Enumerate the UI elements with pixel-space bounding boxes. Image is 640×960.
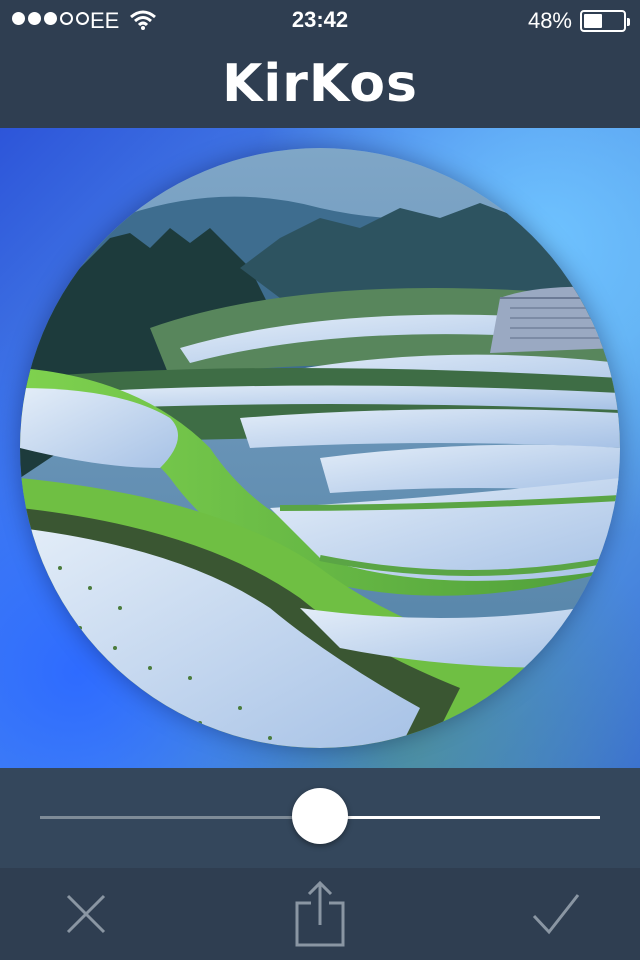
confirm-button[interactable] [506,868,606,960]
status-bar: EE 23:42 48% [0,0,640,40]
share-icon [295,880,345,947]
slider-track-left [40,816,320,819]
adjustment-slider-area [0,768,640,868]
bottom-toolbar [0,868,640,960]
share-button[interactable] [270,868,370,960]
slider-track-right [320,816,600,819]
slider-thumb[interactable] [292,788,348,844]
cancel-button[interactable] [36,868,136,960]
battery-percentage: 48% [527,8,572,33]
battery-icon [580,10,630,32]
battery-fill [584,14,602,28]
circular-photo[interactable] [20,148,620,748]
checkmark-icon [532,894,580,935]
close-icon [66,894,106,934]
nav-bar: KirKos [0,40,640,128]
terraced-rice-fields-photo [20,148,620,748]
app-title: KirKos [222,54,418,114]
photo-preview-area [0,128,640,768]
